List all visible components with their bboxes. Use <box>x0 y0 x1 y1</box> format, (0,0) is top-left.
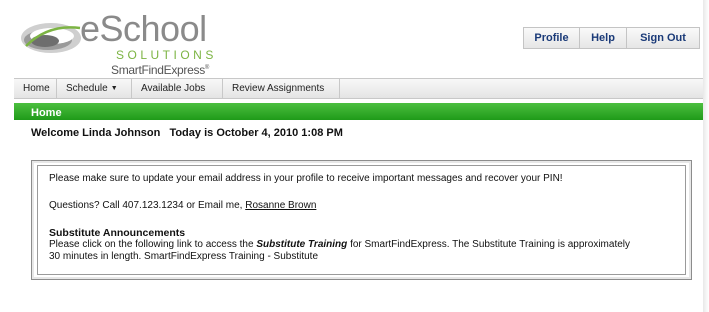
training-suffix: for SmartFindExpress. The Substitute Tra… <box>350 239 630 250</box>
training-line: Please click on the following link to ac… <box>49 239 630 251</box>
questions-line: Questions? Call 407.123.1234 or Email me… <box>49 200 316 212</box>
training-emphasis: Substitute Training <box>256 239 348 250</box>
caret-down-icon: ▼ <box>110 85 118 92</box>
menu-item-schedule[interactable]: Schedule ▼ <box>57 79 132 98</box>
main-menu: Home Schedule ▼ Available Jobs Review Ass… <box>14 78 703 99</box>
welcome-greeting: Welcome Linda Johnson <box>31 127 161 139</box>
trademark-mark: ® <box>204 65 210 71</box>
profile-button[interactable]: Profile <box>524 28 580 48</box>
logo-brand-sub: SOLUTIONS <box>116 48 217 62</box>
announcements-title: Substitute Announcements <box>49 227 186 239</box>
contact-email-link[interactable]: Rosanne Brown <box>245 200 316 211</box>
email-notice: Please make sure to update your email ad… <box>49 173 563 184</box>
logo-product: SmartFindExpress® <box>111 62 209 76</box>
menu-item-schedule-label: Schedule <box>66 83 108 94</box>
menu-item-home[interactable]: Home <box>14 79 57 98</box>
menu-item-review-assignments[interactable]: Review Assignments <box>223 79 340 98</box>
questions-text: Questions? Call 407.123.1234 or Email me… <box>49 200 243 211</box>
training-line-2[interactable]: 30 minutes in length. SmartFindExpress T… <box>49 251 318 263</box>
training-prefix: Please click on the following link to ac… <box>49 239 254 250</box>
current-date: October 4, 2010 1:08 PM <box>216 127 343 139</box>
top-nav: Profile Help Sign Out <box>523 27 700 49</box>
logo-brand-main: eSchool <box>80 8 207 49</box>
section-title: Home <box>31 107 62 119</box>
page-frame: eSchool SOLUTIONS SmartFindExpress® Prof… <box>0 0 704 312</box>
welcome-line: Welcome Linda Johnson Today is October 4… <box>31 127 343 139</box>
section-header: Home <box>14 103 703 120</box>
logo-product-name: SmartFindExpress <box>111 63 205 77</box>
menu-item-available-jobs[interactable]: Available Jobs <box>132 79 223 98</box>
help-button[interactable]: Help <box>580 28 627 48</box>
date-prefix: Today is <box>169 127 214 139</box>
message-box-inner: Please make sure to update your email ad… <box>37 165 686 275</box>
swoosh-icon <box>21 23 81 53</box>
eschool-logo: eSchool SOLUTIONS SmartFindExpress® <box>18 8 218 76</box>
message-box: Please make sure to update your email ad… <box>31 160 692 280</box>
sign-out-button[interactable]: Sign Out <box>627 28 699 48</box>
window-shadow <box>703 0 709 312</box>
